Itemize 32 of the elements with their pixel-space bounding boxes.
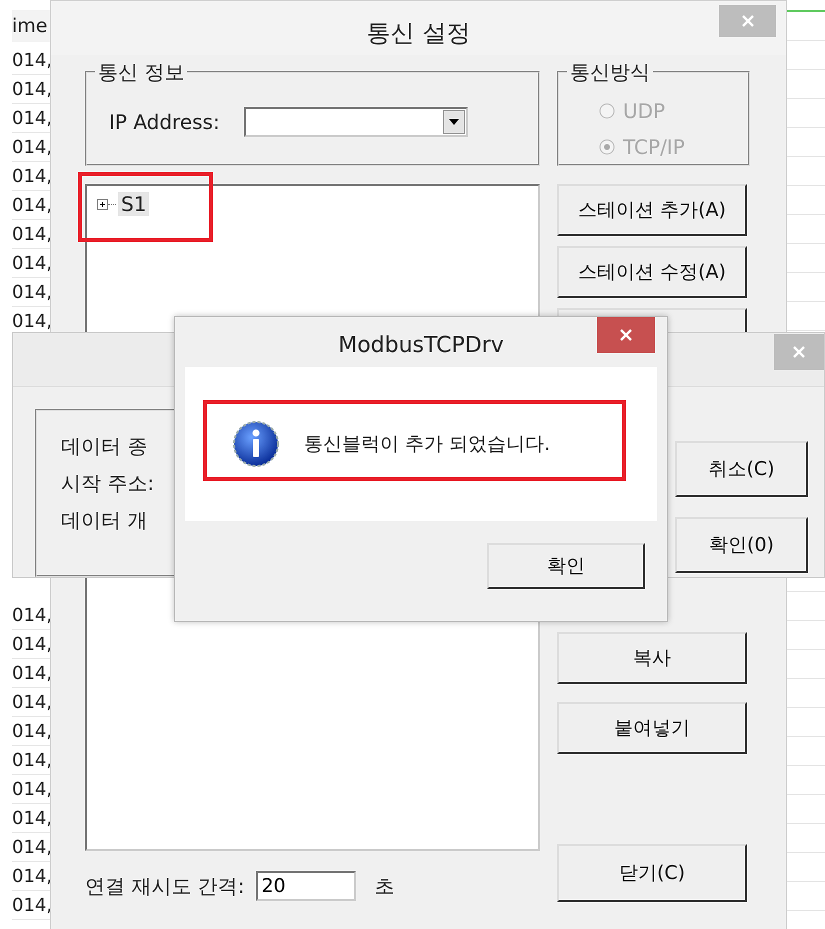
dropdown-arrow-icon bbox=[448, 118, 460, 126]
column-header: ime bbox=[12, 10, 50, 42]
field-label: IP Address: bbox=[109, 110, 220, 134]
field-label: 시작 주소: bbox=[61, 470, 154, 497]
expand-toggle[interactable] bbox=[97, 198, 108, 210]
radio-label: TCP/IP bbox=[623, 135, 685, 159]
field-label: 데이터 종 bbox=[61, 433, 148, 460]
close-icon bbox=[740, 13, 756, 29]
action-button[interactable]: 복사 bbox=[557, 632, 747, 684]
close-button[interactable] bbox=[597, 317, 655, 353]
ip-address-dropdown[interactable] bbox=[244, 107, 468, 137]
action-button[interactable]: 확인(0) bbox=[675, 517, 808, 573]
close-icon bbox=[618, 327, 634, 343]
close-button[interactable] bbox=[774, 334, 824, 370]
radio-label: UDP bbox=[623, 99, 666, 123]
unit-label: 초 bbox=[374, 872, 394, 900]
ok-button[interactable]: 확인 bbox=[487, 543, 645, 589]
close-icon bbox=[791, 344, 807, 360]
information-icon bbox=[232, 420, 280, 468]
action-button[interactable]: 붙여넣기 bbox=[557, 702, 747, 754]
window-title: 통신 설정 bbox=[366, 18, 470, 49]
window-title: ModbusTCPDrv bbox=[338, 332, 504, 358]
message-text: 통신블럭이 추가 되었습니다. bbox=[304, 432, 550, 457]
action-button[interactable]: 스테이션 추가(A) bbox=[557, 184, 747, 236]
field-label: 연결 재시도 간격: bbox=[85, 872, 244, 900]
tree-item[interactable]: S1 bbox=[118, 192, 150, 216]
action-button[interactable]: 취소(C) bbox=[675, 441, 808, 497]
field-label: 데이터 개 bbox=[61, 507, 148, 534]
interval-input[interactable]: 20 bbox=[256, 871, 356, 901]
close-button[interactable] bbox=[719, 5, 776, 37]
action-button[interactable]: 닫기(C) bbox=[557, 844, 747, 902]
action-button[interactable]: 스테이션 수정(A) bbox=[557, 246, 747, 298]
